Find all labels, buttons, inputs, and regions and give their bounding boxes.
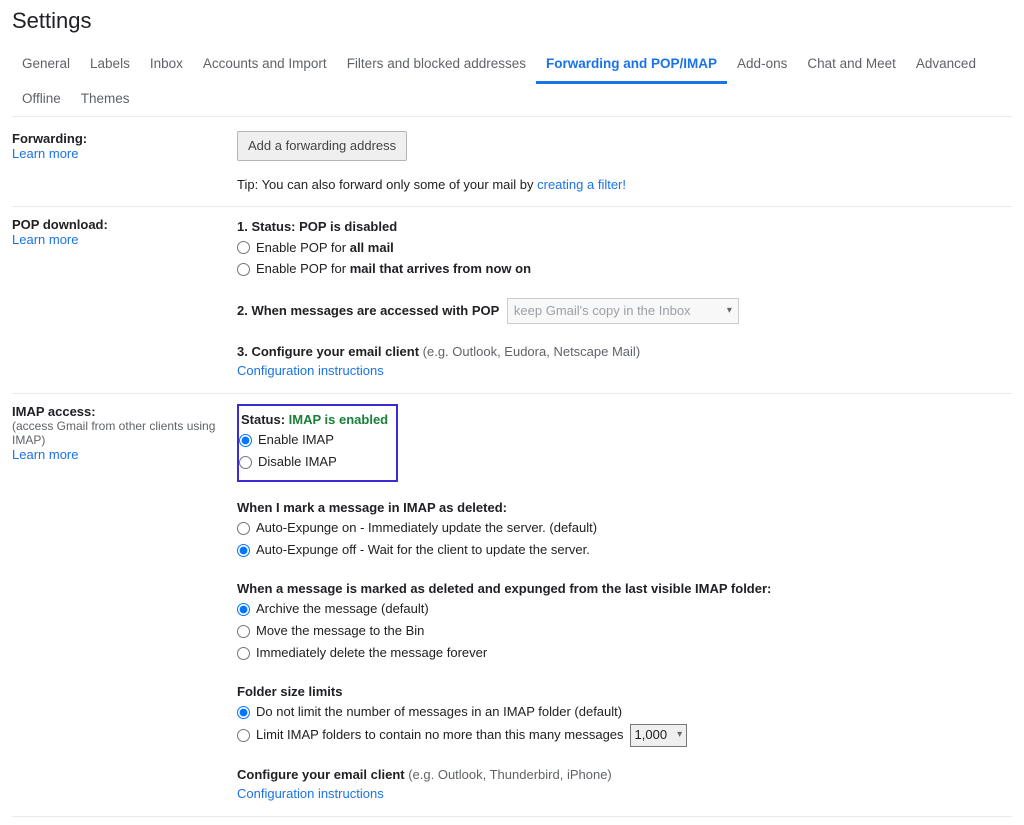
tab-offline[interactable]: Offline: [12, 83, 71, 116]
tab-advanced[interactable]: Advanced: [906, 48, 986, 83]
pop-action-select[interactable]: keep Gmail's copy in the Inbox ▾: [507, 298, 739, 324]
imap-disable-radio[interactable]: [239, 456, 252, 469]
page-title: Settings: [12, 8, 1012, 34]
expunged-delete-label: Immediately delete the message forever: [256, 643, 487, 664]
imap-sublabel: (access Gmail from other clients using I…: [12, 419, 231, 447]
folder-limit-select[interactable]: 1,000 ▾: [630, 724, 688, 747]
auto-expunge-on-radio[interactable]: [237, 522, 250, 535]
imap-expunged-header: When a message is marked as deleted and …: [237, 579, 1012, 599]
tab-chat-meet[interactable]: Chat and Meet: [797, 48, 906, 83]
tab-forwarding-pop-imap[interactable]: Forwarding and POP/IMAP: [536, 48, 727, 84]
imap-configure-strong: Configure your email client: [237, 767, 408, 782]
pop-opt2-bold: mail that arrives from now on: [350, 261, 531, 276]
tab-inbox[interactable]: Inbox: [140, 48, 193, 83]
expunged-archive-label: Archive the message (default): [256, 599, 429, 620]
forwarding-learn-more-link[interactable]: Learn more: [12, 146, 78, 161]
tab-accounts[interactable]: Accounts and Import: [193, 48, 337, 83]
section-pop: POP download: Learn more 1. Status: POP …: [12, 207, 1012, 394]
folder-unlimited-label: Do not limit the number of messages in a…: [256, 702, 622, 723]
imap-config-instructions-link[interactable]: Configuration instructions: [237, 786, 384, 801]
imap-folder-header: Folder size limits: [237, 682, 1012, 702]
folder-limit-label: Limit IMAP folders to contain no more th…: [256, 725, 624, 746]
pop-accessed-label: 2. When messages are accessed with POP: [237, 303, 499, 318]
pop-status-value: POP is disabled: [299, 219, 397, 234]
pop-label: POP download:: [12, 217, 231, 232]
imap-disable-label: Disable IMAP: [258, 452, 337, 473]
imap-enable-label: Enable IMAP: [258, 430, 334, 451]
imap-configure-muted: (e.g. Outlook, Thunderbird, iPhone): [408, 767, 612, 782]
tab-general[interactable]: General: [12, 48, 80, 83]
forwarding-label: Forwarding:: [12, 131, 231, 146]
pop-opt1-bold: all mail: [350, 240, 394, 255]
folder-limit-value: 1,000: [635, 725, 668, 746]
imap-learn-more-link[interactable]: Learn more: [12, 447, 78, 462]
imap-mark-deleted-header: When I mark a message in IMAP as deleted…: [237, 498, 1012, 518]
expunged-bin-label: Move the message to the Bin: [256, 621, 424, 642]
pop-learn-more-link[interactable]: Learn more: [12, 232, 78, 247]
auto-expunge-on-label: Auto-Expunge on - Immediately update the…: [256, 518, 597, 539]
auto-expunge-off-radio[interactable]: [237, 544, 250, 557]
pop-action-select-value: keep Gmail's copy in the Inbox: [514, 301, 691, 321]
tab-filters[interactable]: Filters and blocked addresses: [337, 48, 536, 83]
expunged-delete-radio[interactable]: [237, 647, 250, 660]
imap-status-value: IMAP is enabled: [289, 412, 388, 427]
section-forwarding: Forwarding: Learn more Add a forwarding …: [12, 121, 1012, 207]
folder-limit-radio[interactable]: [237, 729, 250, 742]
pop-enable-all-radio[interactable]: [237, 241, 250, 254]
forwarding-tip-text: Tip: You can also forward only some of y…: [237, 177, 537, 192]
tab-addons[interactable]: Add-ons: [727, 48, 797, 83]
imap-label: IMAP access:: [12, 404, 231, 419]
pop-status-prefix: 1. Status:: [237, 219, 299, 234]
pop-opt2-prefix: Enable POP for: [256, 261, 350, 276]
pop-enable-new-radio[interactable]: [237, 263, 250, 276]
pop-configure-strong: 3. Configure your email client: [237, 344, 423, 359]
expunged-bin-radio[interactable]: [237, 625, 250, 638]
pop-opt1-prefix: Enable POP for: [256, 240, 350, 255]
imap-enable-radio[interactable]: [239, 434, 252, 447]
pop-config-instructions-link[interactable]: Configuration instructions: [237, 363, 384, 378]
pop-configure-muted: (e.g. Outlook, Eudora, Netscape Mail): [423, 344, 641, 359]
expunged-archive-radio[interactable]: [237, 603, 250, 616]
chevron-down-icon: ▾: [727, 303, 732, 318]
imap-status-prefix: Status:: [241, 412, 289, 427]
imap-status-highlight: Status: IMAP is enabled Enable IMAP Disa…: [237, 404, 398, 482]
folder-unlimited-radio[interactable]: [237, 706, 250, 719]
add-forwarding-address-button[interactable]: Add a forwarding address: [237, 131, 407, 161]
tab-labels[interactable]: Labels: [80, 48, 140, 83]
create-filter-link[interactable]: creating a filter!: [537, 177, 626, 192]
auto-expunge-off-label: Auto-Expunge off - Wait for the client t…: [256, 540, 590, 561]
section-imap: IMAP access: (access Gmail from other cl…: [12, 394, 1012, 817]
chevron-down-icon: ▾: [677, 727, 682, 743]
tab-themes[interactable]: Themes: [71, 83, 140, 116]
settings-tabs: General Labels Inbox Accounts and Import…: [12, 48, 1012, 117]
